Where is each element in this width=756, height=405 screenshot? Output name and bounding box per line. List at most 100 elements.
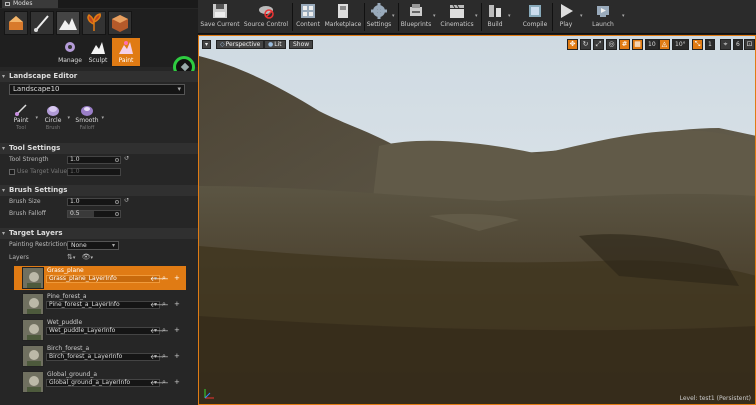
- content-browser-icon: [301, 4, 315, 18]
- layer-name: Grass_plane: [47, 267, 84, 274]
- blueprints-label: Blueprints: [400, 21, 432, 28]
- chevron-down-icon[interactable]: ▾: [392, 13, 395, 19]
- brush-falloff-field[interactable]: 0.5: [67, 210, 121, 218]
- target-value: 1.0: [70, 168, 80, 175]
- chevron-down-icon[interactable]: ▾: [433, 13, 436, 19]
- layer-options-icons: ⇅▾ 👁▾: [67, 253, 93, 261]
- settings-button[interactable]: Settings: [366, 1, 392, 33]
- chevron-down-icon[interactable]: ▾: [508, 13, 511, 19]
- geometry-mode-button[interactable]: [108, 11, 132, 35]
- layer-info-select[interactable]: Wet_puddle_LayerInfo: [46, 327, 160, 335]
- show-button[interactable]: Show: [289, 40, 314, 49]
- manage-tool-button[interactable]: Manage: [56, 38, 84, 66]
- paint-label: Paint: [118, 57, 134, 64]
- paint-mode-button[interactable]: [30, 11, 54, 35]
- chevron-down-icon[interactable]: ▾: [622, 13, 625, 19]
- layer-info-select[interactable]: Grass_plane_LayerInfo: [46, 275, 160, 283]
- place-mode-button[interactable]: [4, 11, 28, 35]
- landscape-editor-header[interactable]: Landscape Editor: [0, 71, 198, 82]
- browse-search-icon[interactable]: ⌕: [162, 378, 166, 387]
- source-control-icon: [259, 6, 274, 19]
- paint-brush-tool[interactable]: Paint Tool ▾: [4, 103, 38, 131]
- layer-info-select[interactable]: Global_ground_a_LayerInfo: [46, 379, 160, 387]
- add-plus-icon[interactable]: +: [174, 352, 180, 360]
- chevron-down-icon[interactable]: ▾: [580, 13, 583, 19]
- scale-mode-icon[interactable]: ⤢: [593, 39, 604, 50]
- layer-row[interactable]: Global_ground_a Global_ground_a_LayerInfo…: [14, 370, 186, 394]
- source-control-button[interactable]: Source Control: [242, 1, 290, 33]
- landscape-select[interactable]: Landscape10: [9, 84, 185, 95]
- maximize-viewport-icon[interactable]: ⊡: [744, 39, 755, 50]
- layer-row[interactable]: Pine_forest_aPine_forest_a_LayerInfo🡐⌕+: [14, 292, 186, 316]
- world-local-icon[interactable]: ◎: [606, 39, 617, 50]
- browse-search-icon[interactable]: ⌕: [162, 352, 166, 361]
- compile-icon: [529, 5, 541, 17]
- add-plus-icon[interactable]: +: [174, 300, 180, 308]
- brush-mode-icon: [34, 15, 49, 32]
- add-plus-icon[interactable]: +: [174, 378, 180, 386]
- landscape-mode-button[interactable]: [56, 11, 80, 35]
- perspective-button[interactable]: ◇Perspective: [216, 40, 265, 49]
- eye-icon[interactable]: 👁: [82, 253, 91, 261]
- smooth-falloff-sublabel: Falloff: [79, 125, 95, 131]
- tool-settings-header[interactable]: Tool Settings: [0, 143, 198, 154]
- camera-speed-icon[interactable]: ⌖: [720, 39, 731, 50]
- scale-snap-value[interactable]: 1: [705, 39, 715, 50]
- brush-size-field[interactable]: 1.0: [67, 198, 121, 206]
- grid-snap-value[interactable]: 10: [645, 39, 659, 50]
- save-current-label: Save Current: [200, 21, 240, 28]
- layer-row[interactable]: Birch_forest_aBirch_forest_a_LayerInfo🡐⌕…: [14, 344, 186, 368]
- sculpt-tool-button[interactable]: Sculpt: [84, 38, 112, 66]
- sculpt-label: Sculpt: [88, 57, 108, 64]
- blueprints-button[interactable]: Blueprints: [400, 1, 432, 33]
- rotation-snap-value[interactable]: 10°: [672, 39, 689, 50]
- marketplace-label: Marketplace: [324, 21, 362, 28]
- tool-strength-field[interactable]: 1.0: [67, 156, 121, 164]
- modes-tab-icon: [5, 2, 10, 6]
- browse-search-icon[interactable]: ⌕: [162, 326, 166, 335]
- painting-restriction-select[interactable]: None: [67, 241, 119, 250]
- foliage-mode-button[interactable]: [82, 11, 106, 35]
- modes-tab[interactable]: Modes: [2, 0, 58, 8]
- camera-speed-value[interactable]: 6: [733, 39, 743, 50]
- level-label: Level: test1 (Persistent): [679, 395, 751, 402]
- rotate-mode-icon[interactable]: ↻: [580, 39, 591, 50]
- layer-info-select[interactable]: Birch_forest_a_LayerInfo: [46, 353, 160, 361]
- viewport-options-button[interactable]: ▾: [202, 40, 212, 49]
- use-target-value-label: Use Target Value: [17, 168, 68, 175]
- reset-icon[interactable]: ↺: [124, 155, 129, 162]
- layer-row[interactable]: Wet_puddleWet_puddle_LayerInfo🡐⌕+: [14, 318, 186, 342]
- add-plus-icon[interactable]: +: [174, 326, 180, 334]
- foliage-mode-icon: [87, 13, 101, 31]
- paint-tool-button[interactable]: Paint: [112, 38, 140, 66]
- target-value-field[interactable]: 1.0: [67, 168, 121, 176]
- add-plus-icon[interactable]: +: [174, 274, 180, 282]
- level-viewport[interactable]: ▾ ◇Perspective ●Lit Show ✥ ↻ ⤢ ◎ # ▦ 10 …: [198, 35, 756, 405]
- use-target-value-checkbox[interactable]: [9, 169, 15, 175]
- marketplace-icon: [338, 4, 348, 18]
- content-button[interactable]: Content: [294, 1, 322, 33]
- circle-brush-tool[interactable]: Circle Brush ▾: [36, 103, 70, 131]
- launch-button[interactable]: Launch: [590, 1, 616, 33]
- target-layers-header[interactable]: Target Layers: [0, 228, 198, 239]
- chevron-down-icon[interactable]: ▾: [475, 13, 478, 19]
- play-button[interactable]: Play: [554, 1, 578, 33]
- lit-button[interactable]: ●Lit: [264, 40, 286, 49]
- save-current-button[interactable]: Save Current: [200, 1, 240, 33]
- grid-snap-icon[interactable]: ▦: [632, 39, 643, 50]
- surface-snap-icon[interactable]: #: [619, 39, 630, 50]
- smooth-falloff-tool[interactable]: Smooth Falloff ▾: [70, 103, 104, 131]
- reset-icon[interactable]: ↺: [124, 197, 129, 204]
- browse-search-icon[interactable]: ⌕: [162, 274, 166, 283]
- rotation-snap-icon[interactable]: ◬: [659, 39, 670, 50]
- compile-button[interactable]: Compile: [520, 1, 550, 33]
- layer-info-select[interactable]: Pine_forest_a_LayerInfo: [46, 301, 160, 309]
- cinematics-button[interactable]: Cinematics: [440, 1, 474, 33]
- layer-row[interactable]: Grass_planeGrass_plane_LayerInfo🡐⌕+: [14, 266, 186, 290]
- build-button[interactable]: Build: [483, 1, 507, 33]
- scale-snap-icon[interactable]: ⤡: [692, 39, 703, 50]
- browse-search-icon[interactable]: ⌕: [162, 300, 166, 309]
- marketplace-button[interactable]: Marketplace: [324, 1, 362, 33]
- brush-settings-header[interactable]: Brush Settings: [0, 185, 198, 196]
- translate-mode-icon[interactable]: ✥: [567, 39, 578, 50]
